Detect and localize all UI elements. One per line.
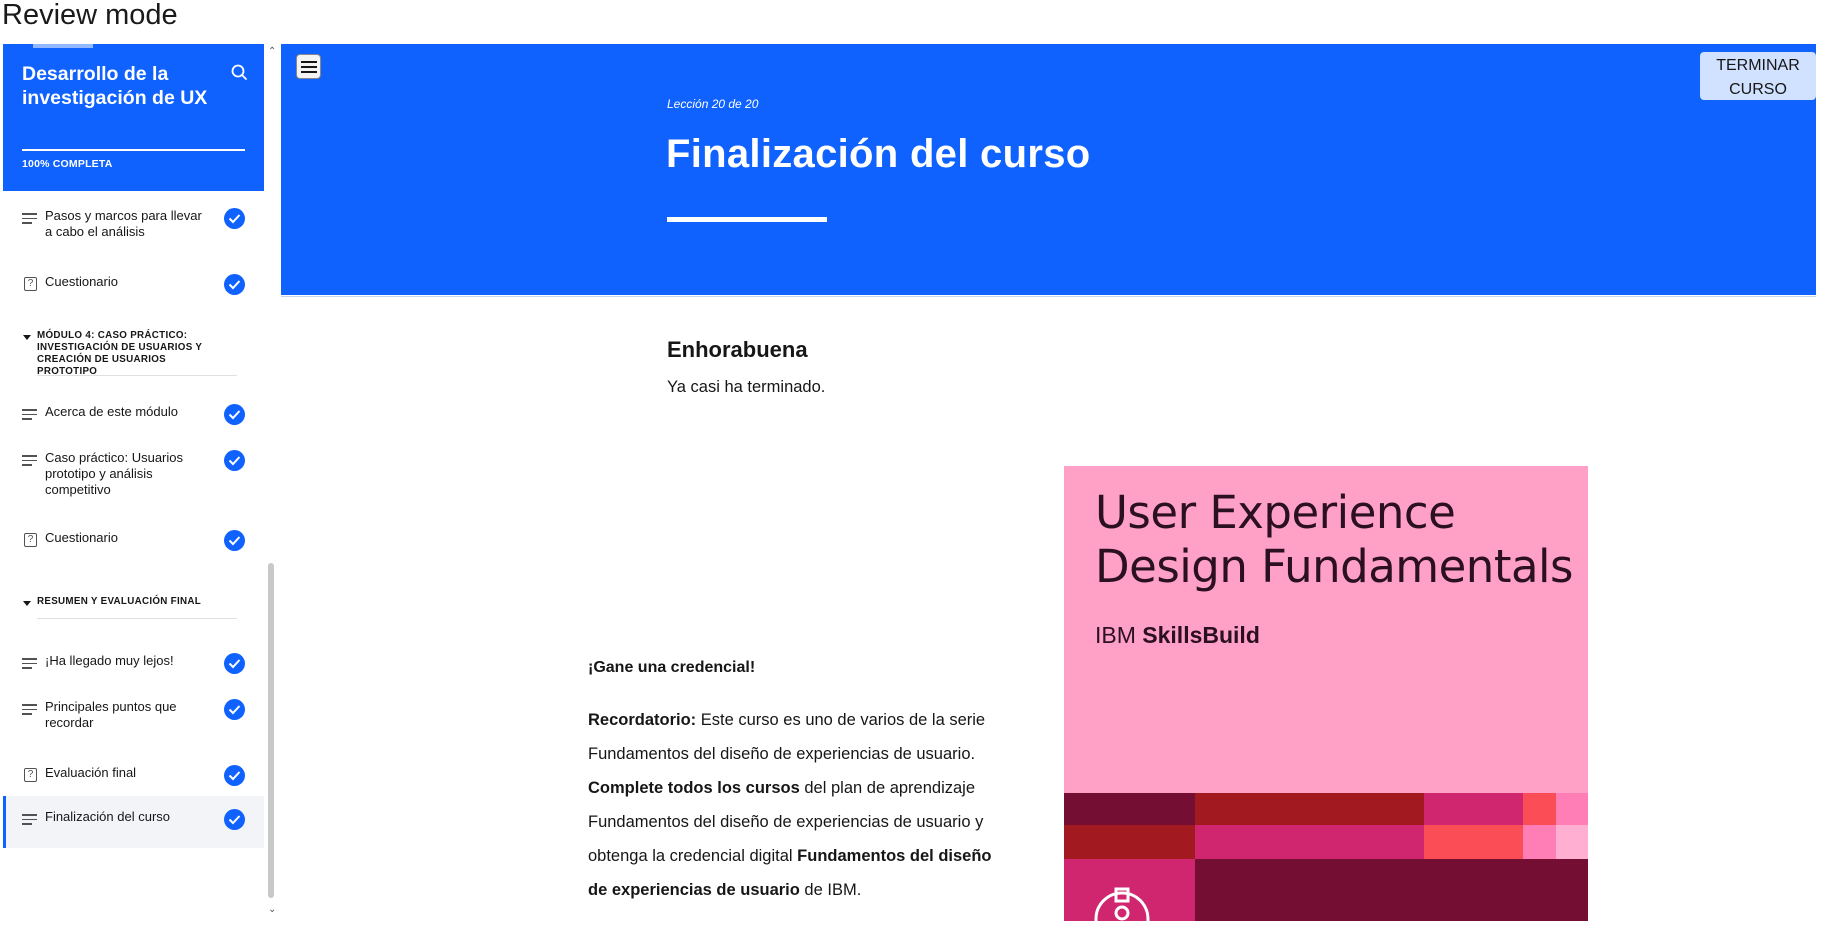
finish-course-button[interactable]: TERMINAR CURSO: [1700, 52, 1816, 100]
quiz-icon: ?: [24, 768, 37, 782]
hamburger-menu-icon[interactable]: [296, 54, 321, 79]
module-divider: [37, 618, 237, 619]
completed-check-icon: [224, 274, 245, 295]
lesson-text-icon: [22, 814, 37, 825]
completed-check-icon: [224, 404, 245, 425]
module-label: RESUMEN Y EVALUACIÓN FINAL: [37, 596, 202, 607]
completed-check-icon: [224, 530, 245, 551]
badge-pattern-block: [1064, 825, 1195, 859]
module-label: MÓDULO 4: CASO PRÁCTICO: INVESTIGACIÓN D…: [37, 330, 203, 377]
sidebar-item-label: Finalización del curso: [45, 809, 171, 824]
lesson-text-icon: [22, 409, 37, 420]
badge-title: User Experience Design Fundamentals: [1095, 486, 1574, 593]
badge-pattern-block: [1523, 825, 1556, 859]
sidebar-item-label: Cuestionario: [45, 274, 118, 289]
sidebar-item[interactable]: Principales puntos que recordar: [3, 696, 264, 736]
scroll-down-arrow-icon[interactable]: ⌄: [268, 904, 276, 915]
sidebar-item-label: Evaluación final: [45, 765, 137, 780]
caret-down-icon: [23, 335, 31, 340]
sidebar-item[interactable]: ? Cuestionario: [3, 527, 264, 559]
progress-label: 100% COMPLETA: [22, 158, 113, 170]
badge-pattern-block: [1523, 793, 1556, 825]
intro-text: Ya casi ha terminado.: [667, 378, 826, 396]
sidebar-item[interactable]: Pasos y marcos para llevar a cabo el aná…: [3, 205, 264, 245]
badge-pattern-block: [1195, 793, 1424, 825]
banner-border: [281, 293, 1816, 295]
review-mode-label: Review mode: [2, 0, 178, 31]
reminder-bold: Recordatorio:: [588, 711, 697, 729]
lesson-text-icon: [22, 213, 37, 224]
badge-pattern-block: [1064, 793, 1195, 825]
sidebar-item-label: ¡Ha llegado muy lejos!: [45, 653, 174, 668]
banner-divider: [281, 296, 1816, 297]
lesson-title: Finalización del curso: [666, 132, 1091, 176]
completed-check-icon: [224, 809, 245, 830]
completed-check-icon: [224, 208, 245, 229]
sidebar-item-label: Cuestionario: [45, 530, 118, 545]
search-icon[interactable]: [228, 62, 250, 84]
badge-pattern-block: [1424, 793, 1523, 825]
congrats-heading: Enhorabuena: [667, 337, 808, 362]
caret-down-icon: [23, 601, 31, 606]
completed-check-icon: [224, 699, 245, 720]
scrollbar-thumb[interactable]: [268, 563, 274, 898]
lesson-text-icon: [22, 455, 37, 466]
course-outline-sidebar: Desarrollo de la investigación de UX 100…: [0, 44, 264, 924]
brand-prefix: IBM: [1095, 622, 1143, 648]
complete-courses-bold: Complete todos los cursos: [588, 779, 800, 797]
badge-pattern-block: [1556, 825, 1588, 859]
sidebar-item[interactable]: ¡Ha llegado muy lejos!: [3, 650, 264, 682]
sidebar-item[interactable]: Acerca de este módulo: [3, 401, 264, 433]
badge-pattern-block: [1424, 825, 1523, 859]
sidebar-item-label: Caso práctico: Usuarios prototipo y anál…: [45, 450, 183, 497]
credential-heading: ¡Gane una credencial!: [588, 659, 756, 676]
sidebar-header: Desarrollo de la investigación de UX 100…: [3, 44, 264, 191]
course-title: Desarrollo de la investigación de UX: [22, 63, 208, 109]
badge-user-icon: [1092, 881, 1152, 921]
credential-paragraph: Recordatorio: Este curso es uno de vario…: [588, 703, 1008, 907]
sidebar-item[interactable]: ? Evaluación final: [3, 762, 264, 794]
sidebar-item[interactable]: Caso práctico: Usuarios prototipo y anál…: [3, 447, 264, 509]
end-text: de IBM.: [799, 881, 862, 899]
title-underline: [667, 217, 827, 222]
quiz-icon: ?: [24, 533, 37, 547]
completed-check-icon: [224, 653, 245, 674]
badge-pattern-block: [1556, 793, 1588, 825]
sidebar-item[interactable]: ? Cuestionario: [3, 271, 264, 303]
lesson-text-icon: [22, 704, 37, 715]
module-divider: [37, 375, 237, 376]
sidebar-item-active[interactable]: Finalización del curso: [3, 796, 264, 848]
sidebar-item-label: Acerca de este módulo: [45, 404, 178, 419]
lesson-text-icon: [22, 658, 37, 669]
lesson-counter: Lección 20 de 20: [667, 97, 759, 111]
finish-course-label: TERMINAR CURSO: [1716, 57, 1800, 98]
scrolled-item-remnant: [33, 44, 93, 48]
brand-skillsbuild: SkillsBuild: [1142, 622, 1260, 648]
completed-check-icon: [224, 450, 245, 471]
sidebar-item-label: Principales puntos que recordar: [45, 699, 177, 730]
sidebar-module-header[interactable]: MÓDULO 4: CASO PRÁCTICO: INVESTIGACIÓN D…: [3, 330, 264, 377]
completed-check-icon: [224, 765, 245, 786]
sidebar-item-label: Pasos y marcos para llevar a cabo el aná…: [45, 208, 202, 239]
progress-bar: [22, 149, 245, 151]
scroll-up-arrow-icon[interactable]: ⌃: [268, 46, 276, 57]
badge-pattern-block: [1195, 859, 1588, 921]
sidebar-module-header[interactable]: RESUMEN Y EVALUACIÓN FINAL: [3, 596, 264, 619]
badge-pattern-block: [1195, 825, 1424, 859]
quiz-icon: ?: [24, 277, 37, 291]
credential-badge-image: User Experience Design Fundamentals IBM …: [1064, 466, 1588, 921]
badge-brand: IBM SkillsBuild: [1095, 622, 1260, 649]
